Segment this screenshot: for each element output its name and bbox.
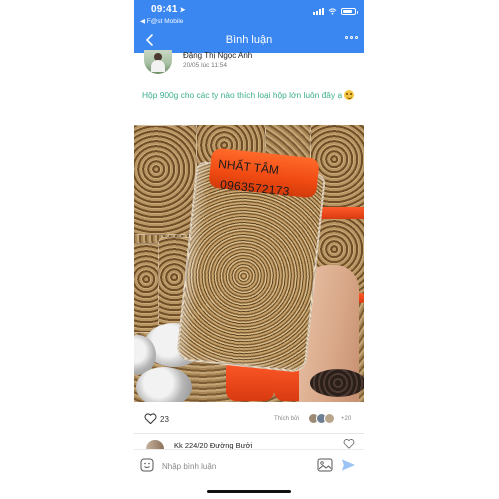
- send-icon[interactable]: [341, 458, 356, 472]
- emoji-icon[interactable]: [140, 458, 154, 472]
- commenter-avatar[interactable]: [146, 440, 164, 449]
- carrier-label: ◀ F@st Mobile: [140, 18, 184, 25]
- heart-icon[interactable]: [144, 413, 157, 425]
- smile-emoji-icon: [344, 90, 355, 100]
- home-indicator: [207, 490, 291, 493]
- comment-heart-icon[interactable]: [343, 439, 355, 449]
- author-name[interactable]: Đặng Thị Ngọc Anh: [183, 51, 252, 60]
- post-timestamp: 20/05 lúc 11:54: [183, 62, 227, 69]
- caption-text: Hộp 900g cho các ty nào thích loại hộp l…: [142, 90, 343, 100]
- comment-composer: [134, 449, 364, 479]
- status-time: 09:41 ➤: [151, 4, 186, 15]
- author-avatar[interactable]: [144, 50, 172, 74]
- more-options-button[interactable]: [345, 36, 358, 39]
- post-photo[interactable]: NHẤT TÂM 0963572173: [134, 125, 364, 402]
- image-icon[interactable]: [317, 458, 333, 472]
- likes-count: 23: [160, 415, 169, 424]
- post-caption: Hộp 900g cho các ty nào thích loại hộp l…: [142, 88, 360, 102]
- comment-screen: 09:41 ➤ ◀ F@st Mobile Bình luận Đặng Thị …: [134, 0, 364, 499]
- header-bar: 09:41 ➤ ◀ F@st Mobile Bình luận: [134, 0, 364, 53]
- wifi-icon: [328, 8, 337, 15]
- reactions-row: 23 Thích bởi +20: [134, 410, 364, 430]
- liked-by-label[interactable]: Thích bởi: [274, 416, 299, 422]
- comment-input[interactable]: [162, 459, 312, 473]
- status-icons: [313, 8, 358, 15]
- page-title: Bình luận: [225, 34, 273, 46]
- signal-icon: [313, 8, 324, 15]
- more-likes-count[interactable]: +20: [341, 416, 351, 422]
- battery-icon: [341, 8, 358, 15]
- divider: [134, 433, 364, 434]
- liker-avatars[interactable]: [308, 413, 335, 424]
